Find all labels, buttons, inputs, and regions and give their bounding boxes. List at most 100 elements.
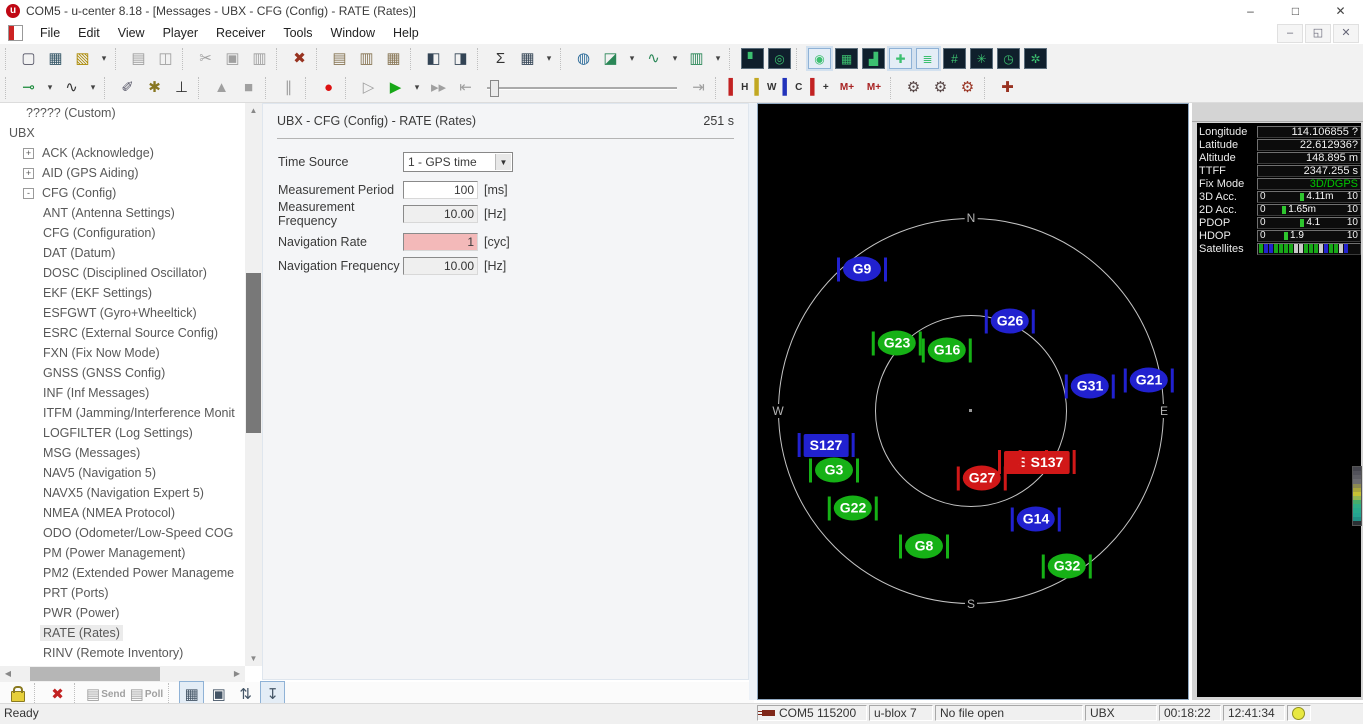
record-button[interactable]: ● [316,75,341,101]
camera-view-button[interactable]: ▘ [741,48,764,69]
measurement-period-input[interactable]: 100 [403,181,478,199]
cold-start-button[interactable]: ▍ C [780,75,805,101]
menu-view[interactable]: View [109,26,154,40]
statistic-window-button[interactable]: ✲ [1024,48,1047,69]
playback-position-slider[interactable] [487,78,677,98]
open-dropdown[interactable]: ▾ [97,46,111,72]
mdi-close-button[interactable]: ✕ [1333,23,1359,43]
tree-item-cfg-configuration[interactable]: CFG (Configuration) [0,223,262,243]
cut-button[interactable]: ✂ [193,46,218,72]
tree-horizontal-scrollbar[interactable]: ◀ ▶ [0,666,245,682]
horizontal-scroll-thumb[interactable] [30,667,160,681]
baudrate-dropdown[interactable]: ▾ [86,75,100,101]
tree-item-dat-datum[interactable]: DAT (Datum) [0,243,262,263]
tree-item-prt-ports[interactable]: PRT (Ports) [0,583,262,603]
chart-view-button[interactable]: ∿ [641,46,666,72]
pause-button[interactable]: ∥ [276,75,301,101]
menu-file[interactable]: File [31,26,69,40]
clear-messages-button[interactable]: ✖ [287,46,312,72]
clock-window-button[interactable]: ◷ [997,48,1020,69]
tree-item-ekf-ekf-settings[interactable]: EKF (EKF Settings) [0,283,262,303]
tree-item-nmea-nmea-protocol[interactable]: NMEA (NMEA Protocol) [0,503,262,523]
tree-item-ubx[interactable]: UBX [0,123,262,143]
new-file-button[interactable]: ▢ [16,46,41,72]
log-config-gear-button[interactable]: ⚙ [928,75,953,101]
tree-item-cfg-config[interactable]: - CFG (Config) [0,183,262,203]
tree-item-gnss-gnss-config[interactable]: GNSS (GNSS Config) [0,363,262,383]
slider-thumb[interactable] [490,79,499,97]
tree-item-rinv-remote-inventory[interactable]: RINV (Remote Inventory) [0,643,262,663]
tree-item-pwr-power[interactable]: PWR (Power) [0,603,262,623]
eject-button[interactable]: ▲ [209,75,234,101]
step-play-button[interactable]: ▷ [356,75,381,101]
tree-item-ack-acknowledge[interactable]: + ACK (Acknowledge) [0,143,262,163]
menu-receiver[interactable]: Receiver [207,26,274,40]
vertical-scroll-thumb[interactable] [246,273,261,433]
receiver-config-gear-button[interactable]: ⚙ [955,75,980,101]
map-view-button[interactable]: ◪ [598,46,623,72]
menu-window[interactable]: Window [322,26,384,40]
mdi-minimize-button[interactable]: – [1277,23,1303,43]
chart-view-dropdown[interactable]: ▾ [668,46,682,72]
close-button[interactable]: ✕ [1318,0,1363,22]
binary-console-button[interactable]: ✳ [970,48,993,69]
tree-expander[interactable]: - [23,187,34,199]
menu-help[interactable]: Help [384,26,428,40]
tree-item-pm-power-management[interactable]: PM (Power Management) [0,543,262,563]
tree-item-itfm-jamming-interference-monit[interactable]: ITFM (Jamming/Interference Monit [0,403,262,423]
m-plus-connect-button[interactable]: M+ [861,75,886,101]
autodetect-wand-button[interactable]: ✐ [115,75,140,101]
chevron-down-icon[interactable]: ▼ [495,154,511,170]
hot-start-button[interactable]: ▍ H [726,75,751,101]
debug-button[interactable]: ✱ [142,75,167,101]
scroll-left-arrow[interactable]: ◀ [0,666,16,682]
fast-forward-button[interactable]: ▸▸ [426,75,451,101]
dock-layout-left-button[interactable]: ◧ [421,46,446,72]
open-button[interactable]: ▧ [70,46,95,72]
navigation-rate-input[interactable]: 1 [403,233,478,251]
play-button[interactable]: ▶ [383,75,408,101]
deviation-map-button[interactable]: ▦ [835,48,858,69]
google-earth-button[interactable]: ◍ [571,46,596,72]
generation-config-button[interactable]: ✚ [995,75,1020,101]
tree-item-pm2-extended-power-manageme[interactable]: PM2 (Extended Power Manageme [0,563,262,583]
time-source-select[interactable]: 1 - GPS time ▼ [403,152,513,172]
maximize-button[interactable]: □ [1273,0,1318,22]
tree-item-rate-rates[interactable]: RATE (Rates) [0,623,262,643]
messages-config-gear-button[interactable]: ⚙ [901,75,926,101]
menu-player[interactable]: Player [154,26,207,40]
tree-item-odo-odometer-low-speed-cog[interactable]: ODO (Odometer/Low-Speed COG [0,523,262,543]
tree-item-nav5-navigation-5[interactable]: NAV5 (Navigation 5) [0,463,262,483]
connect-dropdown[interactable]: ▾ [43,75,57,101]
statistics-button[interactable]: Σ [488,46,513,72]
compass-window-button[interactable]: ✚ [889,48,912,69]
map-view-dropdown[interactable]: ▾ [625,46,639,72]
histogram-view-dropdown[interactable]: ▾ [711,46,725,72]
stop-button[interactable]: ■ [236,75,261,101]
tree-expander[interactable]: + [23,147,34,159]
connect-button[interactable]: ⊸ [16,75,41,101]
histogram-view-button[interactable]: ▥ [684,46,709,72]
jump-end-button[interactable]: ⇥ [686,75,711,101]
table-view-dropdown[interactable]: ▾ [542,46,556,72]
reset-plus-button[interactable]: ▍ + [807,75,832,101]
menu-tools[interactable]: Tools [274,26,321,40]
print-preview-button[interactable]: ◫ [153,46,178,72]
log-convert-2-button[interactable]: ▥ [354,46,379,72]
histogram-window-button[interactable]: ▟ [862,48,885,69]
tree-vertical-scrollbar[interactable]: ▲ ▼ [245,103,262,666]
mdi-restore-button[interactable]: ◱ [1305,23,1331,43]
tree-expander[interactable]: + [23,167,34,179]
log-convert-3-button[interactable]: ▦ [381,46,406,72]
sky-window-button[interactable]: ◉ [808,48,831,69]
packet-console-button[interactable]: # [943,48,966,69]
messages-window-button[interactable]: ≣ [916,48,939,69]
scroll-up-arrow[interactable]: ▲ [245,103,262,118]
scroll-down-arrow[interactable]: ▼ [245,651,262,666]
tree-item-dosc-disciplined-oscillator[interactable]: DOSC (Disciplined Oscillator) [0,263,262,283]
tree-item-logfilter-log-settings[interactable]: LOGFILTER (Log Settings) [0,423,262,443]
copy-button[interactable]: ▣ [220,46,245,72]
play-dropdown[interactable]: ▾ [410,75,424,101]
paste-button[interactable]: ▥ [247,46,272,72]
tree-item-custom[interactable]: ????? (Custom) [0,103,262,123]
